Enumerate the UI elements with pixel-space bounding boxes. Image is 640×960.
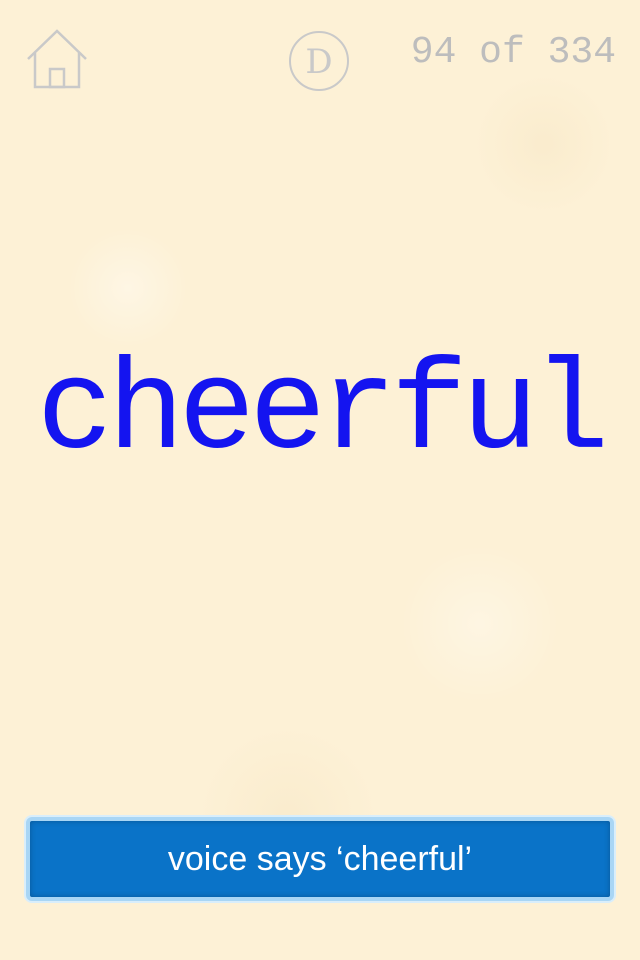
home-icon: [27, 29, 87, 89]
voice-button[interactable]: voice says ‘cheerful’: [26, 817, 614, 901]
voice-button-label: voice says ‘cheerful’: [167, 840, 473, 878]
mode-letter: D: [305, 42, 333, 82]
card-counter: 94 of 334: [410, 31, 616, 74]
home-button[interactable]: [24, 26, 90, 92]
flashcard-word[interactable]: cheerful: [0, 350, 640, 478]
mode-button[interactable]: D: [289, 31, 349, 91]
